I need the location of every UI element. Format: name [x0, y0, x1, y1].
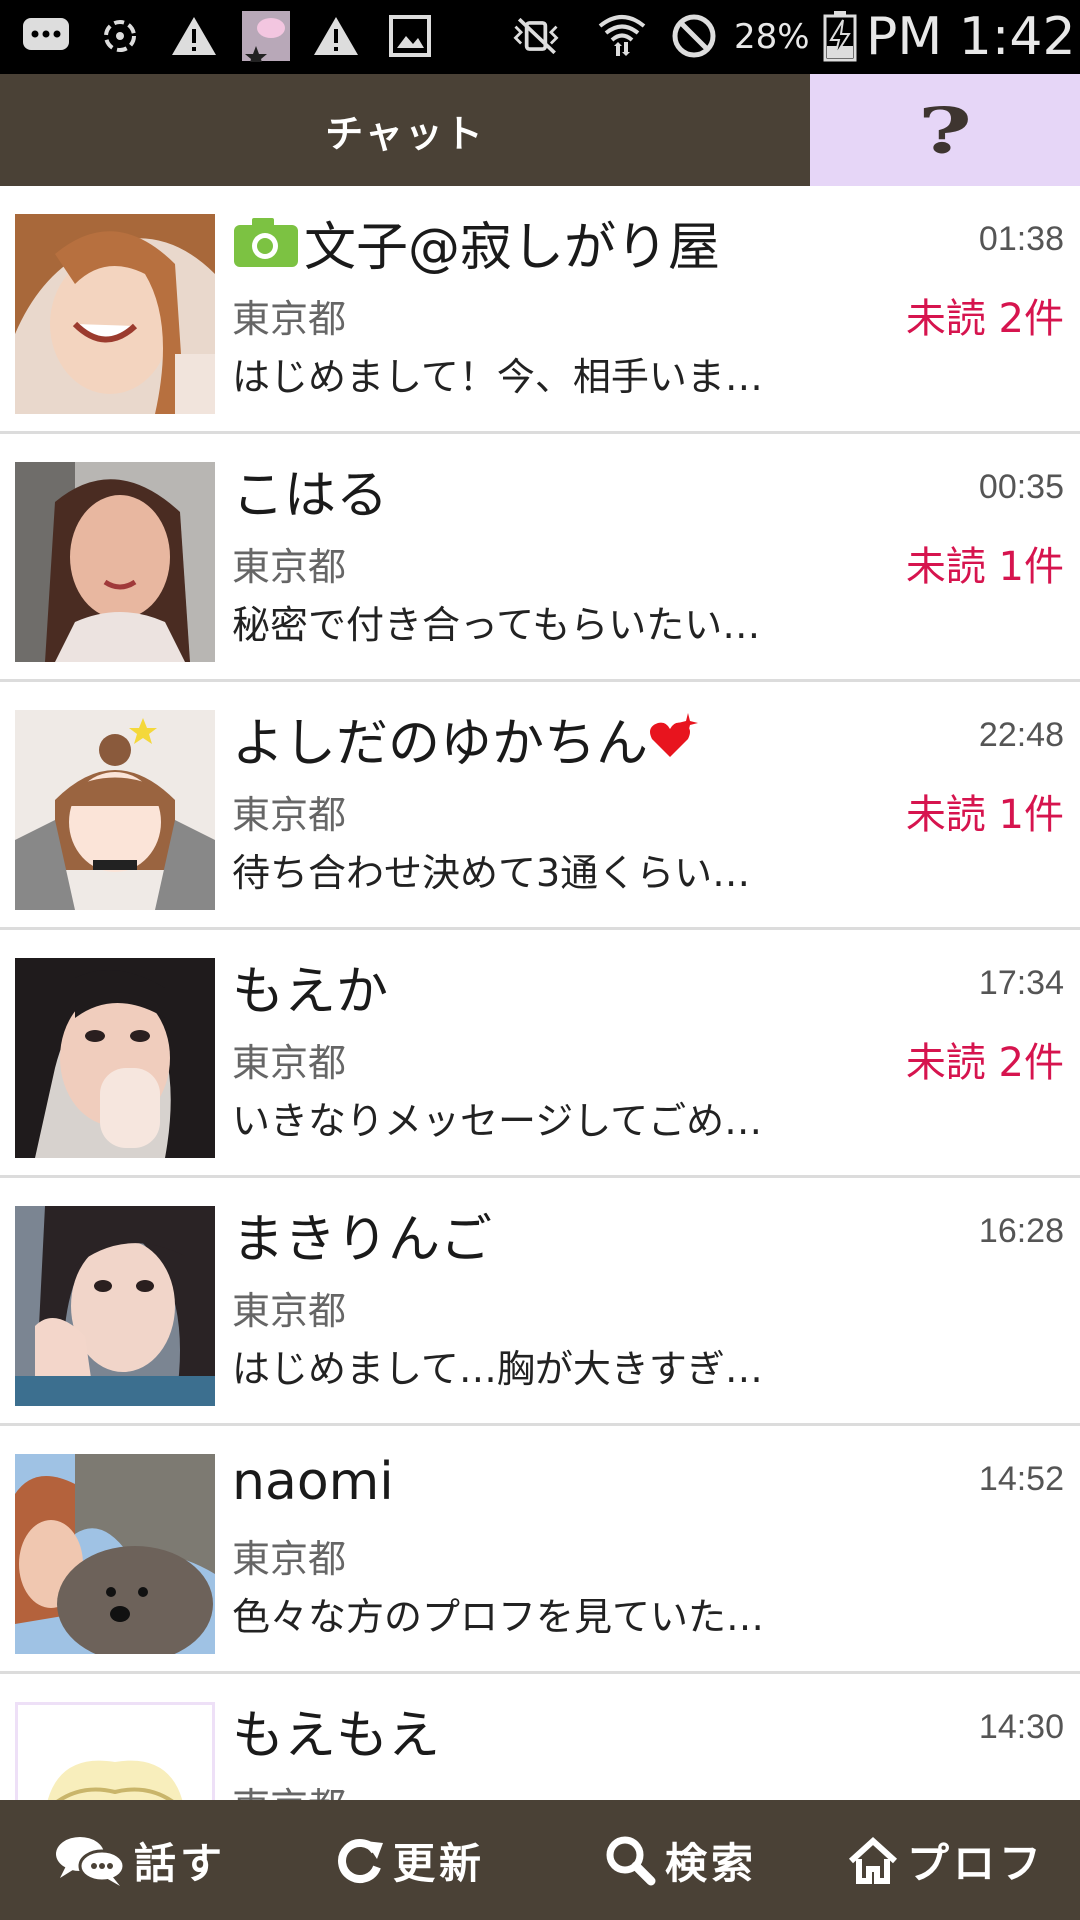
chat-time: 22:48: [978, 716, 1064, 754]
avatar: [15, 710, 215, 910]
chat-name-text: 文子@寂しがり屋: [304, 217, 721, 278]
chat-name: よしだのゆかちん: [232, 702, 699, 774]
screen: 28% PM 1:42 チャット ? 文子@寂しがり屋 01:38 東京都 未読…: [0, 0, 1080, 1920]
app-notification-icon: [238, 8, 294, 64]
search-label: 検索: [664, 1838, 757, 1888]
chat-location: 東京都: [232, 793, 347, 837]
chat-location: 東京都: [232, 545, 347, 589]
sparkle-heart-icon: [650, 713, 699, 757]
chat-list-item[interactable]: よしだのゆかちん 22:48 東京都 未読 1件 待ち合わせ決めて3通くらい…: [0, 682, 1080, 930]
chat-preview: 色々な方のプロフを見ていた…: [232, 1595, 765, 1639]
svg-text:?: ?: [918, 100, 972, 160]
chat-time: 17:34: [978, 964, 1064, 1002]
chat-name: こはる: [232, 465, 389, 526]
refresh-label: 更新: [392, 1838, 485, 1888]
chat-list-item[interactable]: 文子@寂しがり屋 01:38 東京都 未読 2件 はじめまして！今、相手いま…: [0, 186, 1080, 434]
status-bar: 28% PM 1:42: [0, 0, 1080, 74]
chat-list-item[interactable]: まきりんご 16:28 東京都 はじめまして…胸が大きすぎ…: [0, 1178, 1080, 1426]
warning-icon: [166, 8, 222, 64]
unread-count: 未読 1件: [905, 792, 1064, 838]
chat-list-item[interactable]: naomi 14:52 東京都 色々な方のプロフを見ていた…: [0, 1426, 1080, 1674]
vibrate-mute-icon: [508, 8, 564, 64]
app-header: チャット ?: [0, 74, 1080, 186]
unread-count: 未読 2件: [905, 296, 1064, 342]
chat-time: 16:28: [978, 1212, 1064, 1250]
chat-name: 文子@寂しがり屋: [232, 206, 720, 278]
avatar: [15, 1206, 215, 1406]
refresh-button[interactable]: 更新: [320, 1800, 500, 1920]
avatar: [15, 462, 215, 662]
battery-icon: [812, 8, 868, 64]
chat-location: 東京都: [232, 297, 347, 341]
avatar: [15, 1454, 215, 1654]
search-button[interactable]: 検索: [590, 1800, 770, 1920]
avatar: [15, 1702, 215, 1800]
chat-list-item[interactable]: もえもえ 14:30 東京都: [0, 1674, 1080, 1800]
chat-list: 文子@寂しがり屋 01:38 東京都 未読 2件 はじめまして！今、相手いま… …: [0, 186, 1080, 1800]
profile-button[interactable]: プロフ: [846, 1800, 1046, 1920]
help-button[interactable]: ?: [810, 74, 1080, 186]
chat-location: 東京都: [232, 1776, 346, 1800]
chat-name: naomi: [232, 1452, 394, 1512]
chat-list-item[interactable]: もえか 17:34 東京都 未読 2件 いきなりメッセージしてごめ…: [0, 930, 1080, 1178]
home-icon: [848, 1836, 898, 1884]
chat-list-item[interactable]: こはる 00:35 東京都 未読 1件 秘密で付き合ってもらいたい…: [0, 434, 1080, 682]
page-title: チャット: [325, 111, 485, 156]
sync-icon: [92, 8, 148, 64]
warning-icon: [308, 8, 364, 64]
chat-name-text: よしだのゆかちん: [232, 713, 649, 774]
chat-time: 00:35: [978, 468, 1064, 506]
chat-preview: はじめまして！今、相手いま…: [232, 355, 763, 399]
talk-label: 話す: [133, 1838, 226, 1888]
chat-name: もえか: [232, 961, 389, 1022]
message-icon: [18, 8, 74, 64]
chat-preview: 待ち合わせ決めて3通くらい…: [232, 851, 751, 895]
chat-name: もえもえ: [232, 1705, 441, 1766]
battery-percent: 28%: [734, 17, 810, 57]
camera-icon: [234, 218, 298, 267]
chat-time: 14:52: [978, 1460, 1064, 1498]
unread-count: 未読 1件: [905, 544, 1064, 590]
chat-location: 東京都: [232, 1537, 347, 1581]
search-icon: [606, 1836, 656, 1886]
do-not-disturb-icon: [666, 8, 722, 64]
bottom-nav: 話す 更新 検索 プロフ: [0, 1800, 1080, 1920]
avatar: [15, 958, 215, 1158]
chat-preview: はじめまして…胸が大きすぎ…: [232, 1347, 763, 1391]
avatar: [15, 214, 215, 414]
chat-time: 14:30: [978, 1708, 1064, 1746]
chat-preview: いきなりメッセージしてごめ…: [232, 1099, 763, 1143]
question-mark-icon: ?: [918, 100, 972, 160]
profile-label: プロフ: [906, 1838, 1045, 1888]
chat-preview: 秘密で付き合ってもらいたい…: [232, 603, 761, 647]
chat-name: まきりんご: [232, 1209, 493, 1270]
clock: PM 1:42: [866, 7, 1076, 67]
chat-bubbles-icon: [55, 1837, 126, 1886]
chat-time: 01:38: [978, 220, 1064, 258]
chat-location: 東京都: [232, 1041, 347, 1085]
refresh-icon: [338, 1839, 383, 1883]
unread-count: 未読 2件: [905, 1040, 1064, 1086]
talk-button[interactable]: 話す: [40, 1800, 240, 1920]
image-icon: [382, 8, 438, 64]
wifi-icon: [594, 8, 650, 64]
chat-location: 東京都: [232, 1289, 347, 1333]
